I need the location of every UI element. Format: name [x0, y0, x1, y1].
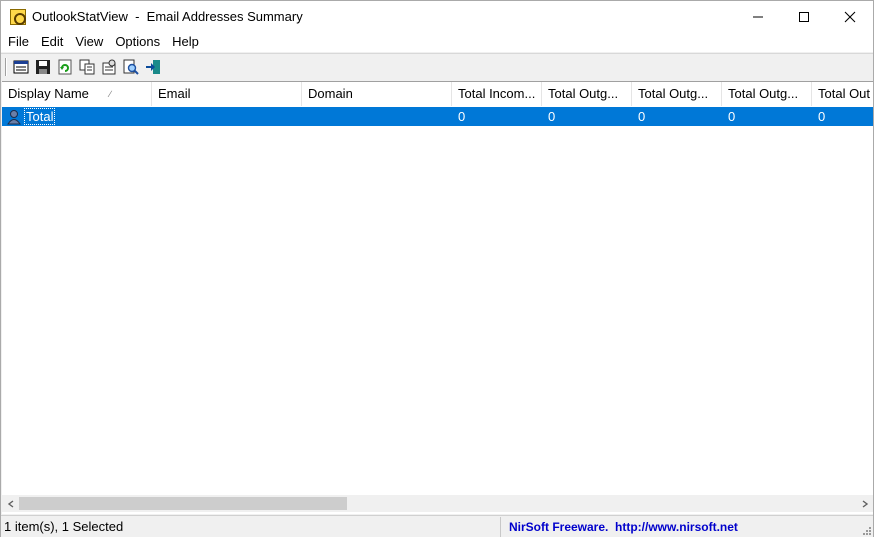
scroll-thumb[interactable]: [19, 497, 347, 510]
column-header-display-name[interactable]: Display Name ∕: [2, 82, 152, 106]
refresh-button[interactable]: [54, 56, 76, 78]
cell-total-outgoing-1: 0: [548, 109, 556, 124]
copy-button[interactable]: [76, 56, 98, 78]
refresh-icon: [58, 59, 72, 74]
cell-total-outgoing-2: 0: [638, 109, 646, 124]
minimize-icon: [753, 16, 763, 17]
cell-total-outgoing-4: 0: [818, 109, 826, 124]
toolbar-grip[interactable]: [5, 57, 7, 76]
close-icon: [844, 11, 856, 22]
resize-grip-icon[interactable]: [861, 525, 871, 535]
copy-icon: [79, 59, 95, 74]
table-header: Display Name ∕ Email Domain Total Incom.…: [2, 82, 873, 106]
properties-icon: [102, 59, 116, 74]
app-icon: [10, 8, 26, 25]
properties-button[interactable]: [98, 56, 120, 78]
maximize-button[interactable]: [781, 1, 827, 32]
html-report-button[interactable]: [10, 56, 32, 78]
html-report-icon: [13, 60, 29, 73]
column-header-label: Total Incom...: [458, 86, 536, 101]
column-header-label: Total Out: [818, 86, 871, 101]
save-icon: [36, 59, 50, 74]
minimize-button[interactable]: [735, 1, 781, 32]
title-bar[interactable]: OutlookStatView - Email Addresses Summar…: [1, 1, 873, 32]
menu-bar: File Edit View Options Help: [1, 32, 873, 52]
cell-total-outgoing-3: 0: [728, 109, 736, 124]
window-controls: [735, 1, 873, 32]
close-button[interactable]: [827, 1, 873, 32]
column-header-total-incoming[interactable]: Total Incom...: [452, 82, 542, 106]
menu-options[interactable]: Options: [109, 32, 166, 52]
column-header-total-outgoing-1[interactable]: Total Outg...: [542, 82, 632, 106]
nirsoft-link[interactable]: NirSoft Freeware. http://www.nirsoft.net: [501, 520, 738, 534]
cell-total-incoming: 0: [458, 109, 466, 124]
save-button[interactable]: [32, 56, 54, 78]
cell-display-name: Total: [2, 107, 152, 126]
summary-list[interactable]: Display Name ∕ Email Domain Total Incom.…: [2, 81, 873, 514]
column-header-total-outgoing-3[interactable]: Total Outg...: [722, 82, 812, 106]
column-header-total-outgoing-4[interactable]: Total Out: [812, 82, 873, 106]
find-button[interactable]: [120, 56, 142, 78]
column-header-label: Total Outg...: [728, 86, 799, 101]
exit-button[interactable]: [142, 56, 164, 78]
chevron-right-icon: [862, 499, 868, 508]
column-header-label: Email: [158, 86, 191, 101]
menu-file[interactable]: File: [2, 32, 35, 52]
column-header-label: Total Outg...: [548, 86, 619, 101]
exit-icon: [146, 59, 160, 74]
contact-icon: [6, 108, 22, 125]
chevron-left-icon: [7, 499, 13, 508]
column-header-label: Display Name: [8, 86, 89, 101]
horizontal-scrollbar[interactable]: [2, 495, 873, 512]
table-row[interactable]: Total 0 0 0 0 0: [2, 107, 873, 126]
app-window: OutlookStatView - Email Addresses Summar…: [0, 0, 874, 537]
menu-edit[interactable]: Edit: [35, 32, 69, 52]
scroll-right-button[interactable]: [856, 495, 873, 512]
menu-view[interactable]: View: [69, 32, 109, 52]
cell-domain: [302, 107, 452, 126]
column-header-label: Total Outg...: [638, 86, 709, 101]
column-header-label: Domain: [308, 86, 353, 101]
window-title: OutlookStatView - Email Addresses Summar…: [32, 9, 303, 24]
status-bar: 1 item(s), 1 Selected NirSoft Freeware. …: [1, 515, 873, 537]
column-header-domain[interactable]: Domain: [302, 82, 452, 106]
status-item-count: 1 item(s), 1 Selected: [1, 516, 501, 537]
scroll-track[interactable]: [19, 495, 856, 512]
scroll-left-button[interactable]: [2, 495, 19, 512]
maximize-icon: [799, 11, 809, 22]
column-header-email[interactable]: Email: [152, 82, 302, 106]
column-header-total-outgoing-2[interactable]: Total Outg...: [632, 82, 722, 106]
menu-help[interactable]: Help: [166, 32, 205, 52]
sort-ascending-icon: ∕: [109, 89, 111, 99]
find-icon: [123, 59, 139, 75]
cell-email: [152, 107, 302, 126]
cell-text: Total: [24, 108, 56, 125]
toolbar: [1, 53, 873, 79]
